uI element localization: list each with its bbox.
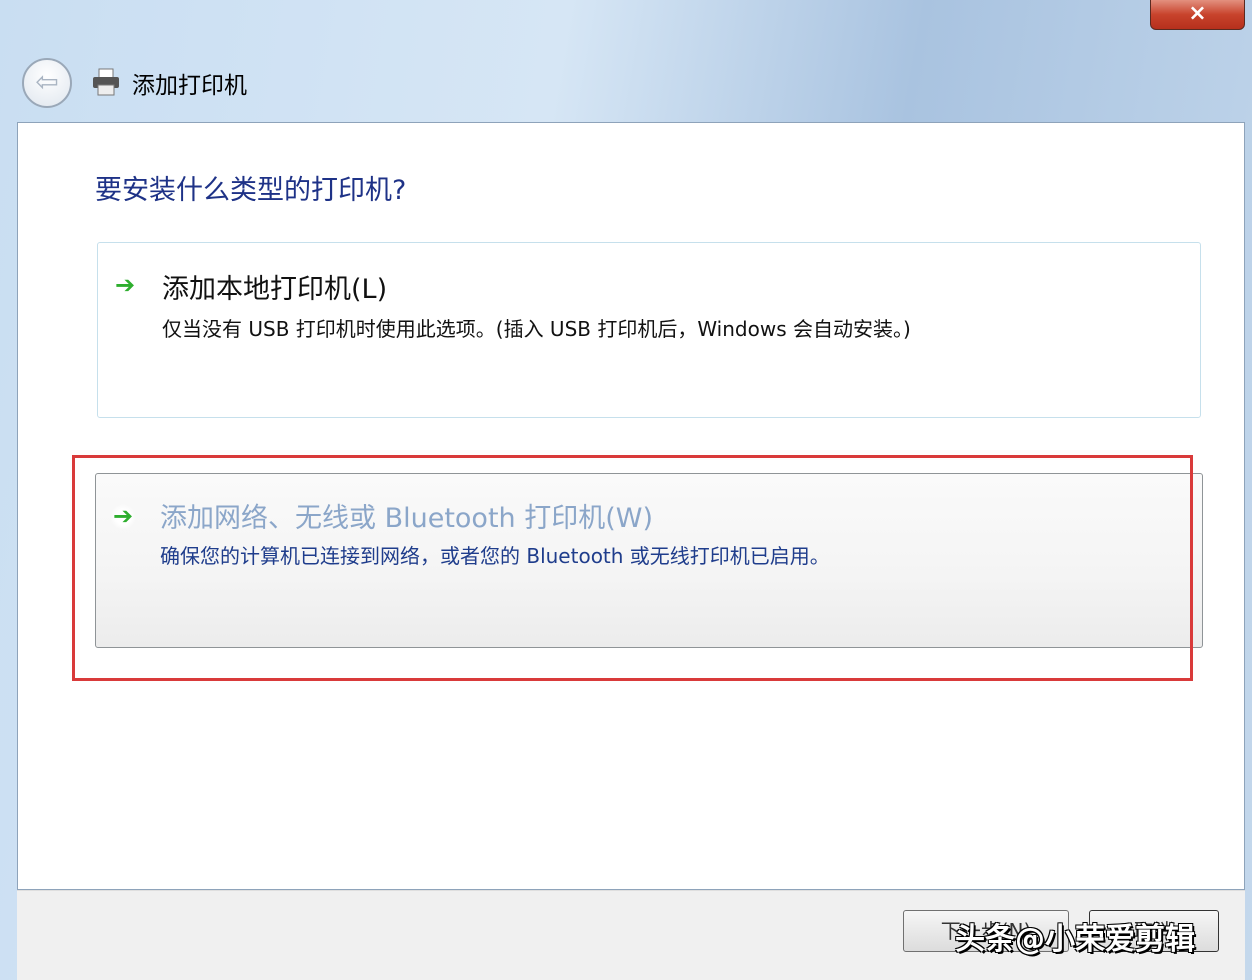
option-title: 添加本地打印机(L)	[162, 267, 387, 306]
add-local-printer-option[interactable]: ➔ 添加本地打印机(L) 仅当没有 USB 打印机时使用此选项。(插入 USB …	[97, 242, 1201, 418]
printer-icon	[90, 66, 122, 98]
green-arrow-icon: ➔	[112, 273, 138, 299]
close-button[interactable]: ×	[1150, 0, 1245, 30]
highlight-box	[72, 455, 1193, 681]
option-description: 仅当没有 USB 打印机时使用此选项。(插入 USB 打印机后，Windows …	[162, 313, 911, 342]
window-title: 添加打印机	[132, 66, 247, 100]
page-heading: 要安装什么类型的打印机?	[95, 168, 406, 207]
watermark: 头条@小荣爱剪辑	[955, 914, 1195, 958]
back-arrow-icon: ⇦	[35, 65, 58, 98]
back-button[interactable]: ⇦	[22, 58, 72, 108]
